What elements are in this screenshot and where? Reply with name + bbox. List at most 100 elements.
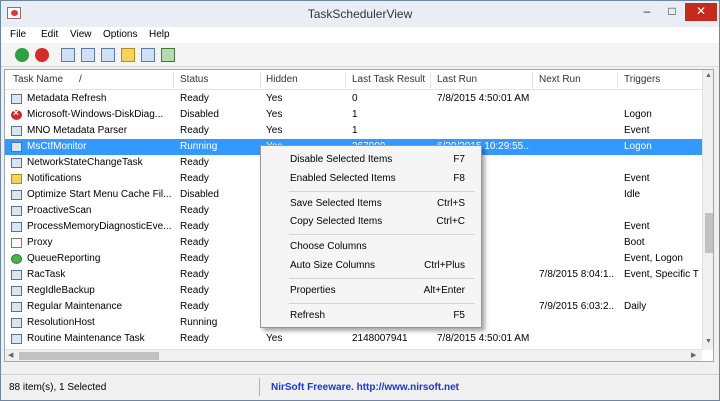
menu-item-label: Auto Size Columns <box>290 260 376 271</box>
cell-last-task-result: 2148007941 <box>352 333 408 344</box>
refresh-icon[interactable] <box>141 48 155 62</box>
scroll-left-icon[interactable]: ◀ <box>8 351 13 359</box>
cell-status: Ready <box>180 269 209 280</box>
menu-item-copy-selected[interactable]: Copy Selected Items Ctrl+C <box>263 212 479 230</box>
menu-edit[interactable]: Edit <box>41 29 58 40</box>
cell-triggers: Event, Specific T <box>624 269 699 280</box>
column-separator[interactable] <box>260 72 261 88</box>
cell-hidden: Yes <box>266 93 283 104</box>
menu-help[interactable]: Help <box>149 29 170 40</box>
menu-item-label: Enabled Selected Items <box>290 173 396 184</box>
task-icon <box>11 302 22 312</box>
menu-item-shortcut: Ctrl+Plus <box>424 260 465 271</box>
menu-item-shortcut: F5 <box>453 310 465 321</box>
cell-task-name: NetworkStateChangeTask <box>27 157 143 168</box>
menu-item-label: Refresh <box>290 310 326 321</box>
cell-status: Disabled <box>180 189 219 200</box>
cell-triggers: Boot <box>624 237 645 248</box>
table-row[interactable]: Microsoft-Windows-DiskDiag... Disabled Yes… <box>5 107 702 123</box>
cell-status: Ready <box>180 125 209 136</box>
toolbar <box>1 43 719 67</box>
cell-triggers: Event <box>624 125 650 136</box>
menu-item-label: Save Selected Items <box>290 198 382 209</box>
menu-item-shortcut: F7 <box>453 154 465 165</box>
cell-last-task-result: 0 <box>352 93 358 104</box>
nirsoft-link[interactable]: NirSoft Freeware. http://www.nirsoft.net <box>271 382 459 393</box>
task-icon <box>11 126 22 136</box>
exit-icon[interactable] <box>161 48 175 62</box>
vertical-scroll-thumb[interactable] <box>705 213 713 253</box>
column-next-run[interactable]: Next Run <box>539 74 581 85</box>
cell-task-name: QueueReporting <box>27 253 101 264</box>
minimize-button[interactable]: – <box>635 3 659 21</box>
copy-icon[interactable] <box>101 48 115 62</box>
menu-item-properties[interactable]: Properties Alt+Enter <box>263 281 479 299</box>
table-row[interactable]: Routine Maintenance Task Ready Yes 21480079… <box>5 331 702 347</box>
column-separator[interactable] <box>345 72 346 88</box>
cell-triggers: Daily <box>624 301 647 312</box>
table-row[interactable]: Metadata Refresh Ready Yes 0 7/8/2015 4:50:0… <box>5 91 702 107</box>
column-status[interactable]: Status <box>180 74 208 85</box>
scroll-down-icon[interactable]: ▼ <box>705 338 712 345</box>
menu-item-refresh[interactable]: Refresh F5 <box>263 306 479 324</box>
menu-item-shortcut: Ctrl+S <box>436 198 465 209</box>
html-report-icon[interactable] <box>81 48 95 62</box>
item-count: 88 item(s), 1 Selected <box>9 382 107 393</box>
cell-status: Disabled <box>180 109 219 120</box>
context-menu: Disable Selected Items F7 Enabled Select… <box>260 145 482 328</box>
cell-task-name: Notifications <box>27 173 82 184</box>
column-separator[interactable] <box>532 72 533 88</box>
scroll-up-icon[interactable]: ▲ <box>705 72 712 79</box>
status-bar: 88 item(s), 1 Selected NirSoft Freeware.… <box>1 374 719 400</box>
menu-item-enable-selected[interactable]: Enabled Selected Items F8 <box>263 169 479 187</box>
task-icon <box>11 206 22 216</box>
cell-status: Ready <box>180 93 209 104</box>
cell-task-name: ProactiveScan <box>27 205 92 216</box>
cell-triggers: Logon <box>624 109 652 120</box>
menu-item-choose-columns[interactable]: Choose Columns <box>263 237 479 255</box>
menu-view[interactable]: View <box>70 29 92 40</box>
cell-hidden: Yes <box>266 109 283 120</box>
column-last-run[interactable]: Last Run <box>437 74 477 85</box>
horizontal-scroll-thumb[interactable] <box>19 352 159 360</box>
error-icon <box>11 108 22 120</box>
task-icon <box>11 158 22 168</box>
menu-file[interactable]: File <box>10 29 26 40</box>
horizontal-scrollbar[interactable]: ◀ ▶ <box>5 349 702 361</box>
column-triggers[interactable]: Triggers <box>624 74 660 85</box>
cell-status: Ready <box>180 237 209 248</box>
task-icon <box>11 142 22 152</box>
cell-status: Ready <box>180 221 209 232</box>
column-separator[interactable] <box>173 72 174 88</box>
cell-task-name: Optimize Start Menu Cache Fil... <box>27 189 171 200</box>
save-icon[interactable] <box>61 48 75 62</box>
menu-item-shortcut: Ctrl+C <box>436 216 465 227</box>
task-icon <box>11 318 22 328</box>
menu-options[interactable]: Options <box>103 29 137 40</box>
table-row[interactable]: MNO Metadata Parser Ready Yes 1 Event <box>5 123 702 139</box>
menu-item-save-selected[interactable]: Save Selected Items Ctrl+S <box>263 194 479 212</box>
menu-item-shortcut: F8 <box>453 173 465 184</box>
warn-icon <box>11 174 22 184</box>
disable-icon[interactable] <box>35 48 49 62</box>
scroll-right-icon[interactable]: ▶ <box>691 351 696 359</box>
maximize-button[interactable]: □ <box>660 3 684 21</box>
column-separator[interactable] <box>430 72 431 88</box>
column-separator[interactable] <box>617 72 618 88</box>
enable-icon[interactable] <box>15 48 29 62</box>
menu-item-shortcut: Alt+Enter <box>423 285 465 296</box>
close-button[interactable]: ✕ <box>685 3 717 21</box>
menu-item-auto-size-columns[interactable]: Auto Size Columns Ctrl+Plus <box>263 256 479 274</box>
column-last-task-result[interactable]: Last Task Result <box>352 74 425 85</box>
menu-separator <box>289 303 475 304</box>
properties-icon[interactable] <box>121 48 135 62</box>
vertical-scrollbar[interactable]: ▲ ▼ <box>702 70 713 350</box>
column-task-name[interactable]: Task Name <box>13 74 63 85</box>
task-icon <box>11 270 22 280</box>
menu-item-disable-selected[interactable]: Disable Selected Items F7 <box>263 150 479 168</box>
menu-separator <box>289 278 475 279</box>
cell-triggers: Event <box>624 173 650 184</box>
column-hidden[interactable]: Hidden <box>266 74 298 85</box>
sort-indicator: / <box>79 74 82 85</box>
cell-status: Running <box>180 317 218 328</box>
